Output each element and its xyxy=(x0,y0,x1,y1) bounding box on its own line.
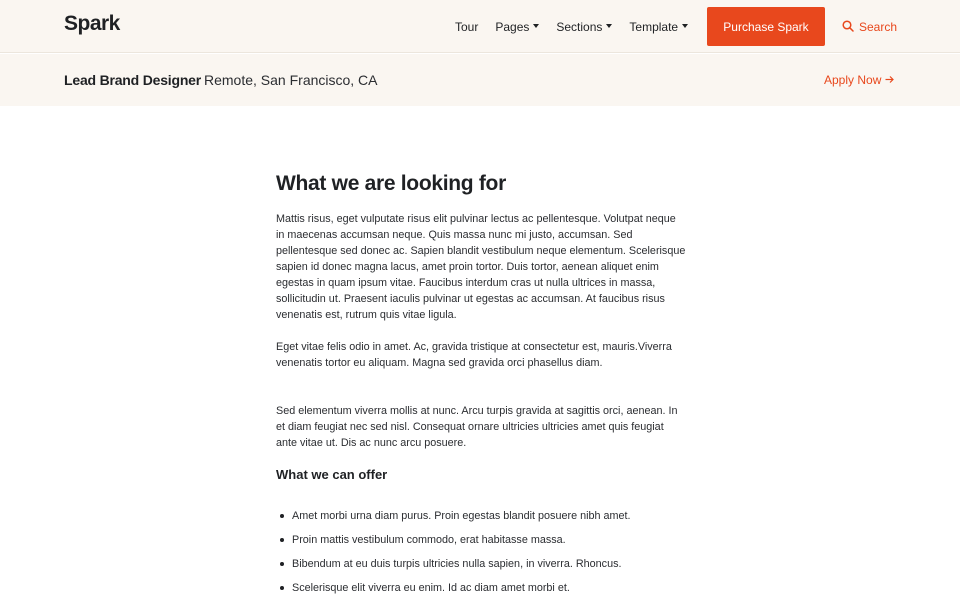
search-label: Search xyxy=(859,20,898,34)
list-item: Amet morbi urna diam purus. Proin egesta… xyxy=(280,508,690,532)
body-paragraph: Sed elementum viverra mollis at nunc. Ar… xyxy=(276,405,678,449)
list-item: Proin mattis vestibulum commodo, erat ha… xyxy=(280,532,690,556)
nav-item-label: Pages xyxy=(495,19,530,34)
nav-item-tour[interactable]: Tour xyxy=(455,20,478,34)
caret-down-icon xyxy=(682,23,689,28)
job-title: Lead Brand Designer xyxy=(64,72,202,88)
section-heading: What we are looking for xyxy=(276,172,506,195)
list-item-text: Proin mattis vestibulum commodo, erat ha… xyxy=(292,534,566,546)
list-item: Bibendum at eu duis turpis ultricies nul… xyxy=(280,556,690,580)
bullet-icon xyxy=(280,538,284,542)
offer-heading: What we can offer xyxy=(276,467,388,482)
search-icon xyxy=(842,19,854,35)
arrow-right-icon xyxy=(885,73,895,87)
list-item-text: Amet morbi urna diam purus. Proin egesta… xyxy=(292,510,631,522)
section-heading-wrap: What we are looking for xyxy=(276,170,686,198)
purchase-button[interactable]: Purchase Spark xyxy=(707,7,825,46)
body-paragraph: Eget vitae felis odio in amet. Ac, gravi… xyxy=(276,341,672,369)
bullet-icon xyxy=(280,586,284,590)
list-item-text: Scelerisque elit viverra eu enim. Id ac … xyxy=(292,582,570,594)
bullet-icon xyxy=(280,562,284,566)
search-link[interactable]: Search xyxy=(842,19,897,35)
offer-list: Amet morbi urna diam purus. Proin egesta… xyxy=(280,508,690,604)
nav-item-pages[interactable]: Pages xyxy=(495,19,540,34)
list-item: Scelerisque elit viverra eu enim. Id ac … xyxy=(280,580,690,604)
caret-down-icon xyxy=(533,23,540,28)
body-paragraph: Mattis risus, eget vulputate risus elit … xyxy=(276,213,686,321)
list-item-text: Bibendum at eu duis turpis ultricies nul… xyxy=(292,558,622,570)
top-navigation-bar: Spark Tour Pages Sections Template Purch… xyxy=(0,0,960,53)
nav-item-label: Sections xyxy=(556,19,603,34)
main-nav: Tour Pages Sections Template xyxy=(455,0,705,53)
apply-label: Apply Now xyxy=(824,73,882,87)
bullet-icon xyxy=(280,514,284,518)
caret-down-icon xyxy=(606,23,613,28)
nav-item-label: Tour xyxy=(455,19,479,34)
job-location: Remote, San Francisco, CA xyxy=(204,72,378,88)
nav-item-sections[interactable]: Sections xyxy=(556,19,613,34)
brand-logo[interactable]: Spark xyxy=(64,12,120,36)
nav-item-label: Template xyxy=(629,19,679,34)
nav-item-template[interactable]: Template xyxy=(629,19,689,34)
apply-now-link[interactable]: Apply Now xyxy=(824,73,895,87)
